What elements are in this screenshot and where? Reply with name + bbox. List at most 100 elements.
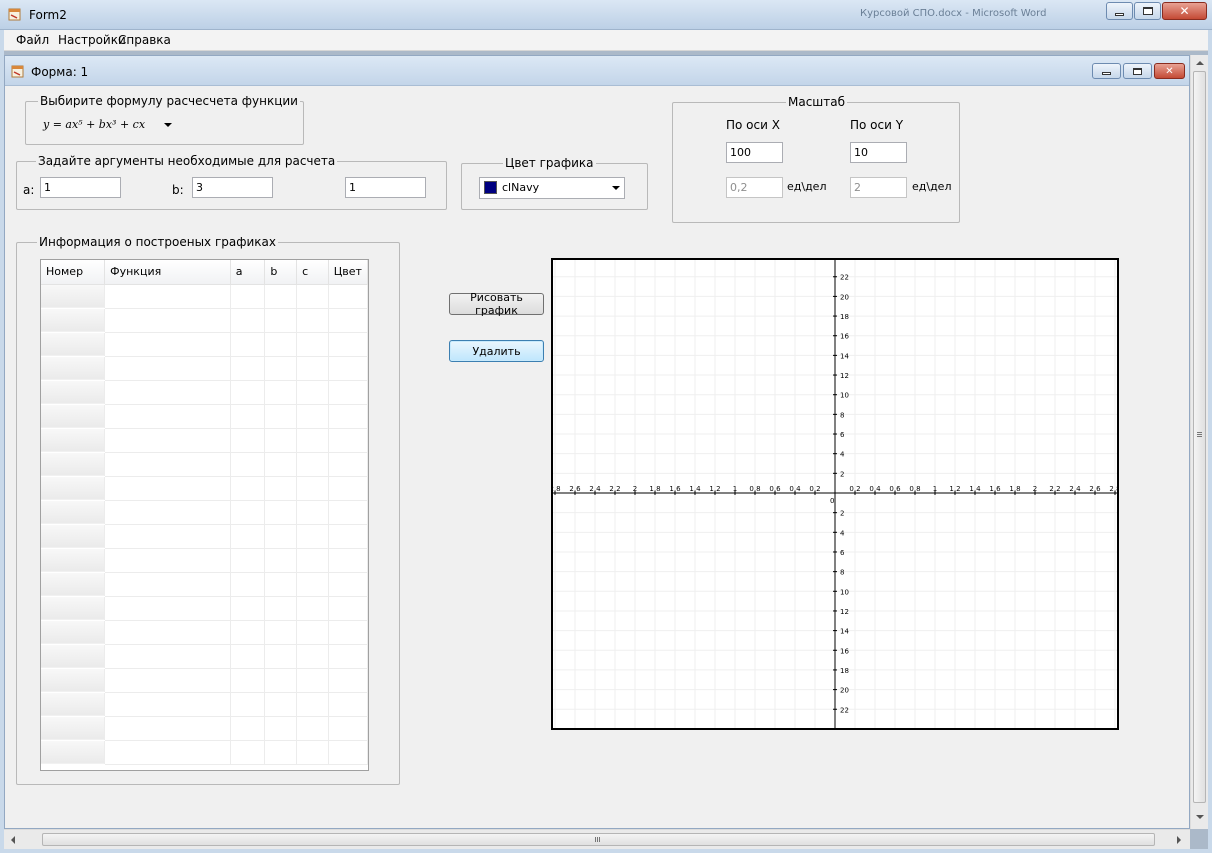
- table-cell[interactable]: [104, 620, 231, 645]
- table-cell[interactable]: [104, 572, 231, 597]
- scroll-left-icon[interactable]: [11, 836, 15, 844]
- table-cell[interactable]: [264, 404, 298, 429]
- table-cell[interactable]: [264, 308, 298, 333]
- table-cell[interactable]: [264, 548, 298, 573]
- table-cell[interactable]: [104, 284, 231, 309]
- row-header-cell[interactable]: [41, 308, 106, 333]
- table-cell[interactable]: [230, 500, 266, 525]
- table-cell[interactable]: [296, 308, 329, 333]
- table-cell[interactable]: [230, 428, 266, 453]
- table-cell[interactable]: [328, 500, 368, 525]
- table-cell[interactable]: [328, 404, 368, 429]
- table-cell[interactable]: [230, 308, 266, 333]
- table-cell[interactable]: [230, 476, 266, 501]
- table-row[interactable]: [41, 476, 368, 501]
- graphs-table[interactable]: Номер Функция a b c Цвет: [40, 259, 369, 771]
- table-cell[interactable]: [264, 500, 298, 525]
- table-cell[interactable]: [296, 620, 329, 645]
- table-cell[interactable]: [230, 524, 266, 549]
- table-cell[interactable]: [104, 428, 231, 453]
- table-cell[interactable]: [328, 620, 368, 645]
- table-cell[interactable]: [264, 572, 298, 597]
- table-cell[interactable]: [328, 284, 368, 309]
- col-a[interactable]: a: [230, 260, 266, 285]
- table-cell[interactable]: [264, 380, 298, 405]
- table-row[interactable]: [41, 596, 368, 621]
- table-cell[interactable]: [104, 380, 231, 405]
- child-close-button[interactable]: ✕: [1154, 63, 1185, 79]
- table-row[interactable]: [41, 428, 368, 453]
- scroll-up-icon[interactable]: [1196, 61, 1204, 65]
- table-cell[interactable]: [328, 572, 368, 597]
- table-cell[interactable]: [328, 692, 368, 717]
- table-cell[interactable]: [264, 524, 298, 549]
- table-cell[interactable]: [104, 692, 231, 717]
- row-header-cell[interactable]: [41, 284, 106, 309]
- color-select[interactable]: clNavy: [479, 177, 625, 199]
- table-cell[interactable]: [104, 644, 231, 669]
- table-cell[interactable]: [230, 692, 266, 717]
- table-cell[interactable]: [264, 716, 298, 741]
- row-header-cell[interactable]: [41, 356, 106, 381]
- table-cell[interactable]: [328, 428, 368, 453]
- table-cell[interactable]: [230, 596, 266, 621]
- row-header-cell[interactable]: [41, 524, 106, 549]
- row-header-cell[interactable]: [41, 740, 106, 765]
- table-cell[interactable]: [328, 644, 368, 669]
- table-cell[interactable]: [264, 284, 298, 309]
- x-scale-input[interactable]: 100: [726, 142, 783, 163]
- table-cell[interactable]: [296, 740, 329, 765]
- table-cell[interactable]: [104, 332, 231, 357]
- row-header-cell[interactable]: [41, 548, 106, 573]
- table-cell[interactable]: [230, 332, 266, 357]
- table-cell[interactable]: [104, 716, 231, 741]
- row-header-cell[interactable]: [41, 596, 106, 621]
- col-number[interactable]: Номер: [41, 260, 106, 285]
- table-cell[interactable]: [264, 332, 298, 357]
- c-input[interactable]: 1: [345, 177, 426, 198]
- table-row[interactable]: [41, 692, 368, 717]
- table-cell[interactable]: [104, 596, 231, 621]
- table-row[interactable]: [41, 620, 368, 645]
- minimize-button[interactable]: [1106, 2, 1133, 20]
- table-cell[interactable]: [230, 380, 266, 405]
- table-row[interactable]: [41, 380, 368, 405]
- table-cell[interactable]: [328, 476, 368, 501]
- table-cell[interactable]: [296, 500, 329, 525]
- row-header-cell[interactable]: [41, 692, 106, 717]
- row-header-cell[interactable]: [41, 428, 106, 453]
- col-b[interactable]: b: [264, 260, 298, 285]
- table-cell[interactable]: [264, 644, 298, 669]
- table-cell[interactable]: [296, 572, 329, 597]
- table-cell[interactable]: [296, 452, 329, 477]
- table-cell[interactable]: [296, 284, 329, 309]
- table-cell[interactable]: [296, 692, 329, 717]
- row-header-cell[interactable]: [41, 476, 106, 501]
- table-cell[interactable]: [264, 428, 298, 453]
- col-function[interactable]: Функция: [104, 260, 231, 285]
- table-cell[interactable]: [230, 716, 266, 741]
- table-cell[interactable]: [264, 476, 298, 501]
- table-cell[interactable]: [264, 668, 298, 693]
- table-cell[interactable]: [230, 740, 266, 765]
- table-cell[interactable]: [296, 644, 329, 669]
- table-cell[interactable]: [328, 716, 368, 741]
- a-input[interactable]: 1: [40, 177, 121, 198]
- child-minimize-button[interactable]: [1092, 63, 1121, 79]
- vertical-scroll-thumb[interactable]: [1193, 71, 1206, 803]
- table-row[interactable]: [41, 548, 368, 573]
- table-cell[interactable]: [296, 428, 329, 453]
- table-cell[interactable]: [230, 620, 266, 645]
- table-cell[interactable]: [296, 332, 329, 357]
- row-header-cell[interactable]: [41, 572, 106, 597]
- table-cell[interactable]: [104, 548, 231, 573]
- table-cell[interactable]: [264, 620, 298, 645]
- table-cell[interactable]: [264, 740, 298, 765]
- col-color[interactable]: Цвет: [328, 260, 368, 285]
- table-cell[interactable]: [328, 356, 368, 381]
- close-button[interactable]: ✕: [1162, 2, 1207, 20]
- row-header-cell[interactable]: [41, 332, 106, 357]
- table-cell[interactable]: [296, 716, 329, 741]
- draw-graph-button[interactable]: Рисовать график: [449, 291, 544, 317]
- table-cell[interactable]: [328, 548, 368, 573]
